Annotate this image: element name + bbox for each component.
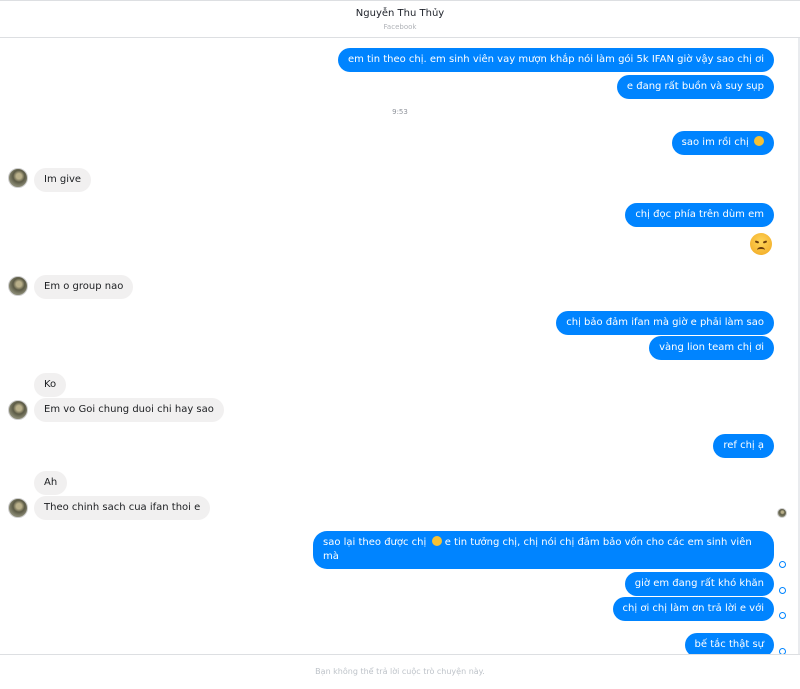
composer-disabled-bar: Bạn không thể trả lời cuộc trò chuyện nà…: [0, 654, 800, 689]
contact-subtitle: Facebook: [383, 23, 417, 31]
message-bubble-outgoing[interactable]: e đang rất buồn và suy sụp: [616, 75, 774, 99]
message-text: sao im rồi chị: [681, 137, 749, 148]
message-bubble-incoming[interactable]: Ko: [34, 373, 67, 397]
message-bubble-outgoing[interactable]: em tin theo chị. em sinh viên vay mượn k…: [337, 48, 774, 72]
message-bubble-outgoing[interactable]: vàng lion team chị ơi: [649, 336, 774, 360]
message-bubble-outgoing[interactable]: sao im rồi chị: [671, 131, 774, 155]
cannot-reply-notice: Bạn không thể trả lời cuộc trò chuyện nà…: [315, 667, 485, 676]
message-bubble-outgoing[interactable]: chị bảo đảm ifan mà giờ e phải làm sao: [556, 311, 774, 335]
avatar[interactable]: [8, 276, 28, 296]
delivered-check-icon: [779, 561, 786, 568]
message-bubble-outgoing[interactable]: sao lại theo được chị e tin tưởng chị, c…: [313, 531, 774, 569]
message-bubble-incoming[interactable]: Im give: [34, 168, 92, 192]
contact-name[interactable]: Nguyễn Thu Thủy: [0, 8, 800, 19]
timestamp-divider: 9:53: [392, 108, 408, 116]
sad-face-icon: [431, 536, 442, 546]
avatar[interactable]: [8, 400, 28, 420]
message-bubble-outgoing[interactable]: chị đọc phía trên dùm em: [625, 203, 774, 227]
message-text: sao lại theo được chị: [323, 537, 427, 548]
delivered-check-icon: [779, 587, 786, 594]
message-bubble-incoming[interactable]: Theo chinh sach cua ifan thoi e: [34, 496, 211, 520]
avatar[interactable]: [8, 168, 28, 188]
sad-face-mouth: [757, 247, 765, 253]
sad-face-icon: [754, 136, 764, 146]
sad-face-icon[interactable]: [750, 233, 772, 255]
avatar[interactable]: [8, 498, 28, 518]
seen-avatar: [777, 508, 787, 518]
message-bubble-incoming[interactable]: Ah: [34, 471, 68, 495]
message-bubble-incoming[interactable]: Em vo Goi chung duoi chi hay sao: [34, 398, 224, 422]
conversation-header: Nguyễn Thu Thủy Facebook: [0, 0, 800, 38]
message-bubble-incoming[interactable]: Em o group nao: [34, 275, 134, 299]
message-bubble-outgoing[interactable]: giờ em đang rất khó khăn: [624, 572, 774, 596]
message-bubble-outgoing[interactable]: chị ơi chị làm ơn trả lời e với: [612, 597, 774, 621]
delivered-check-icon: [779, 612, 786, 619]
message-bubble-outgoing[interactable]: ref chị ạ: [713, 434, 774, 458]
